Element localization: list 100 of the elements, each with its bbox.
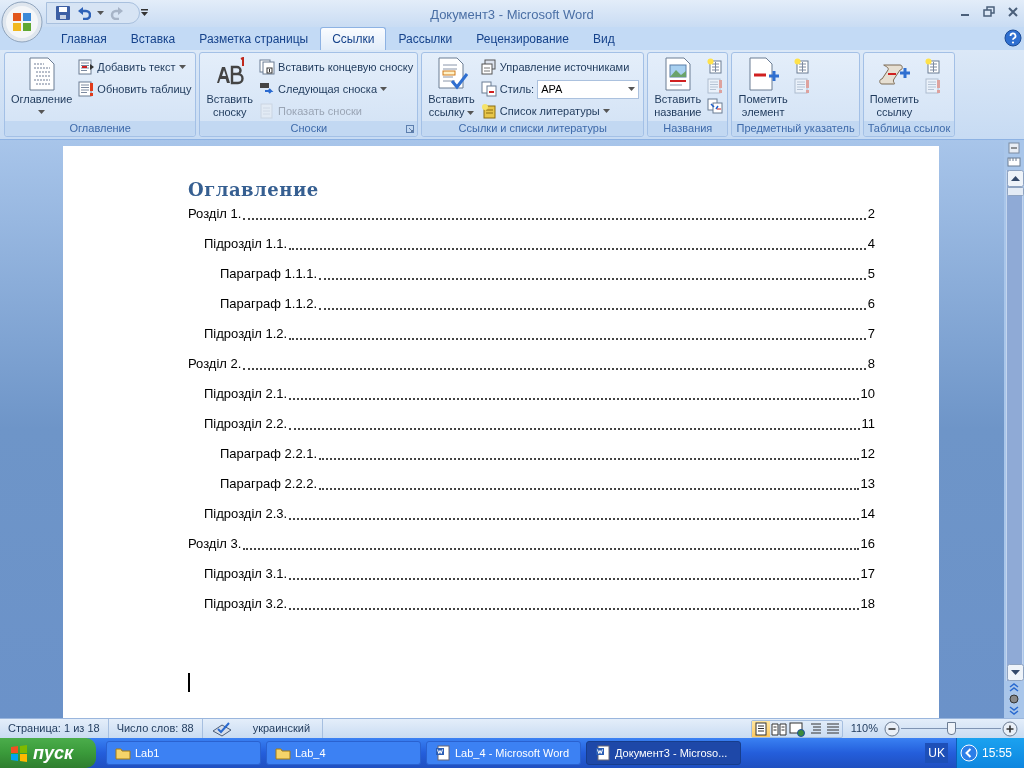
word-document-icon (435, 745, 451, 761)
zoom-level[interactable]: 110% (850, 720, 878, 737)
ribbon-button[interactable]: Список литературы (480, 101, 640, 121)
ribbon-button[interactable]: Следующая сноска (259, 79, 414, 99)
toc-entry[interactable]: Параграф 1.1.1. (220, 263, 318, 283)
taskbar-button[interactable]: Lab_4 (266, 741, 421, 765)
windows-logo-icon (10, 744, 28, 762)
page-number: 13 (860, 474, 875, 493)
print-layout-icon (752, 720, 769, 737)
large-ribbon-button[interactable]: Вставить сноску (204, 56, 256, 119)
zoom-out-button[interactable] (884, 720, 900, 737)
page-number: 18 (860, 594, 875, 613)
toc-entry[interactable]: Параграф 1.1.2. (220, 293, 318, 313)
page-number: 10 (860, 384, 875, 403)
ribbon-button[interactable]: Вставить концевую сноску (259, 57, 414, 77)
zoom-in-button[interactable] (1002, 720, 1018, 737)
toc-entry[interactable]: Розділ 3. (188, 533, 242, 553)
web-layout-icon (788, 720, 805, 737)
dialog-launcher-icon[interactable] (406, 125, 415, 133)
group-label: Сноски (290, 122, 328, 135)
ribbon-button[interactable]: Обновить таблицу (78, 79, 192, 99)
slider-thumb[interactable] (947, 721, 956, 735)
restore-icon[interactable] (982, 5, 996, 19)
caret-icon (628, 87, 636, 91)
citation-document-icon (435, 57, 468, 91)
proofing-icon[interactable] (210, 720, 233, 737)
toc-entry[interactable]: Розділ 1. (188, 203, 242, 223)
large-ribbon-button[interactable]: Пометить ссылку (867, 56, 921, 119)
ribbon-button[interactable]: Управление источниками (480, 57, 640, 77)
ribbon-tab[interactable]: Главная (49, 27, 119, 50)
taskbar-button[interactable]: Документ3 - Microso... (586, 741, 741, 765)
group-label: Предметный указатель (736, 122, 855, 135)
group-label: Ссылки и списки литературы (458, 122, 607, 135)
window-title: Документ3 - Microsoft Word (430, 7, 594, 22)
mark-entry-icon (747, 57, 780, 91)
taskbar-button[interactable]: Lab1 (106, 741, 261, 765)
toc-entry[interactable]: Підрозділ 3.2. (204, 593, 288, 613)
sources-icon (480, 59, 497, 75)
add-text-icon (78, 59, 95, 75)
scroll-down-button[interactable] (1006, 664, 1024, 681)
scroll-thumb[interactable] (1006, 187, 1024, 196)
group-label: Оглавление (69, 122, 131, 135)
toc-entry[interactable]: Підрозділ 2.3. (204, 503, 288, 523)
taskbar-button[interactable]: Lab_4 - Microsoft Word (426, 741, 581, 765)
style-icon (480, 81, 497, 97)
customize-toolbar-icon[interactable] (141, 9, 148, 17)
caret-icon (380, 87, 387, 91)
close-icon[interactable] (1006, 5, 1020, 19)
toc-entry[interactable]: Підрозділ 3.1. (204, 563, 288, 583)
ribbon-tab[interactable]: Рассылки (386, 27, 465, 50)
toc-entry[interactable]: Розділ 2. (188, 353, 242, 373)
save-icon[interactable] (55, 5, 71, 21)
ribbon-tab[interactable]: Ссылки (320, 27, 387, 50)
caret-icon (467, 110, 475, 115)
reading-layout-icon (770, 720, 787, 737)
page-number: 14 (860, 504, 875, 523)
view-button[interactable] (769, 720, 788, 737)
ribbon-tab[interactable]: Вставка (118, 27, 188, 50)
group-label: Таблица ссылок (867, 122, 951, 135)
new-table-icon[interactable] (924, 58, 941, 74)
large-ribbon-button[interactable]: Пометить элемент (736, 56, 790, 119)
clock: 15:55 (982, 745, 1013, 762)
toc-entry[interactable]: Підрозділ 2.1. (204, 383, 288, 403)
toc-entry[interactable]: Підрозділ 2.2. (204, 413, 288, 433)
view-button[interactable] (787, 720, 806, 737)
new-table-icon[interactable] (793, 58, 810, 74)
language-indicator[interactable]: украинский (252, 720, 311, 737)
page-number: 8 (867, 354, 875, 373)
zoom-slider[interactable] (901, 720, 1001, 737)
caret-icon (38, 110, 46, 114)
view-button[interactable] (751, 720, 770, 737)
new-table-icon[interactable] (707, 58, 724, 74)
style-dropdown[interactable]: APA (537, 79, 640, 99)
page-number: 6 (867, 294, 875, 313)
toc-entry[interactable]: Параграф 2.2.2. (220, 473, 318, 493)
page-number: 5 (867, 264, 875, 283)
help-icon[interactable] (1004, 29, 1022, 47)
bibliography-icon (480, 103, 497, 119)
large-ribbon-button[interactable]: Вставить ссылку (426, 56, 477, 119)
toc-entry[interactable]: Параграф 2.2.1. (220, 443, 318, 463)
ribbon-button[interactable]: Добавить текст (78, 57, 192, 77)
keyboard-language[interactable]: UK (925, 743, 948, 763)
draft-icon (824, 720, 841, 737)
ribbon-tab[interactable]: Рецензирование (464, 27, 581, 50)
cross-reference-icon[interactable] (707, 98, 724, 114)
undo-icon[interactable] (77, 6, 91, 20)
ruler-icon[interactable] (1007, 156, 1021, 168)
scroll-up-button[interactable] (1006, 170, 1024, 187)
large-ribbon-button[interactable]: Вставить название (652, 56, 704, 119)
toc-entry[interactable]: Підрозділ 1.1. (204, 233, 288, 253)
start-button[interactable]: пуск (0, 738, 96, 768)
show-hidden-icons-button[interactable] (960, 744, 978, 762)
ribbon-tab[interactable]: Разметка страницы (187, 27, 321, 50)
browse-object-icon[interactable] (1009, 694, 1019, 704)
page-number: 11 (861, 414, 875, 433)
folder-icon (115, 746, 131, 760)
split-icon[interactable] (1008, 142, 1020, 154)
toc-entry[interactable]: Підрозділ 1.2. (204, 323, 288, 343)
ribbon-tab[interactable]: Вид (580, 27, 627, 50)
large-ribbon-button[interactable]: Оглавление (9, 56, 75, 114)
